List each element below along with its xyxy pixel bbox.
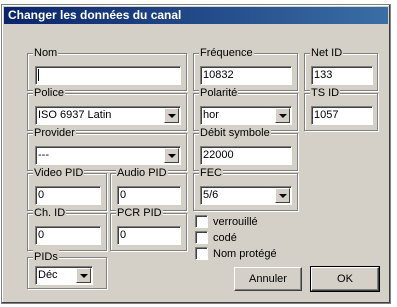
- checkbox-box[interactable]: [195, 247, 208, 260]
- chevron-down-icon[interactable]: [76, 268, 91, 283]
- nom-protege-checkbox[interactable]: Nom protégé: [195, 247, 277, 260]
- chevron-down-icon[interactable]: [275, 108, 290, 123]
- fec-select[interactable]: 5/6: [200, 186, 292, 205]
- police-select[interactable]: ISO 6937 Latin: [35, 106, 181, 125]
- fec-group: FEC 5/6: [193, 166, 298, 211]
- audio-pid-label: Audio PID: [116, 166, 168, 180]
- video-pid-input[interactable]: 0: [35, 186, 101, 205]
- ts-id-input[interactable]: 1057: [311, 106, 373, 125]
- pids-group: PIDs Déc: [27, 250, 107, 289]
- provider-label: Provider: [33, 126, 76, 140]
- net-id-input[interactable]: 133: [311, 66, 373, 85]
- cancel-button[interactable]: Annuler: [234, 267, 302, 291]
- pcr-pid-label: PCR PID: [116, 206, 163, 220]
- nom-input[interactable]: [35, 66, 181, 85]
- ch-id-group: Ch. ID 0: [27, 206, 107, 251]
- chevron-down-icon[interactable]: [275, 188, 290, 203]
- ch-id-label: Ch. ID: [33, 206, 67, 220]
- polarite-label: Polarité: [199, 86, 239, 100]
- channel-dialog: Changer les données du canal Nom Fréquen…: [1, 4, 391, 304]
- ch-id-input[interactable]: 0: [35, 226, 101, 245]
- nom-label: Nom: [33, 46, 59, 60]
- text-caret: [38, 69, 39, 82]
- ok-button[interactable]: OK: [310, 266, 380, 292]
- frequence-input[interactable]: 10832: [200, 66, 292, 85]
- frequence-label: Fréquence: [199, 46, 254, 60]
- chevron-down-icon[interactable]: [164, 108, 179, 123]
- ts-id-group: TS ID 1057: [304, 86, 378, 131]
- debit-symbole-input[interactable]: 22000: [200, 146, 292, 165]
- fec-label: FEC: [199, 166, 223, 180]
- pids-select[interactable]: Déc: [35, 266, 93, 285]
- pcr-pid-input[interactable]: 0: [117, 226, 181, 245]
- verrouille-checkbox[interactable]: verrouillé: [195, 215, 258, 228]
- pids-label: PIDs: [33, 250, 59, 264]
- provider-select[interactable]: ---: [35, 146, 181, 165]
- dialog-title: Changer les données du canal: [4, 7, 388, 24]
- checkbox-box[interactable]: [195, 215, 208, 228]
- ts-id-label: TS ID: [310, 86, 341, 100]
- code-checkbox[interactable]: codé: [195, 231, 237, 244]
- net-id-label: Net ID: [310, 46, 344, 60]
- police-label: Police: [33, 86, 65, 100]
- video-pid-label: Video PID: [33, 166, 85, 180]
- audio-pid-input[interactable]: 0: [117, 186, 181, 205]
- debit-symbole-label: Débit symbole: [199, 126, 271, 140]
- code-label: codé: [213, 231, 237, 244]
- checkbox-box[interactable]: [195, 231, 208, 244]
- nom-protege-label: Nom protégé: [213, 247, 277, 260]
- polarite-select[interactable]: hor: [200, 106, 292, 125]
- chevron-down-icon[interactable]: [164, 148, 179, 163]
- pcr-pid-group: PCR PID 0: [110, 206, 187, 251]
- verrouille-label: verrouillé: [213, 215, 258, 228]
